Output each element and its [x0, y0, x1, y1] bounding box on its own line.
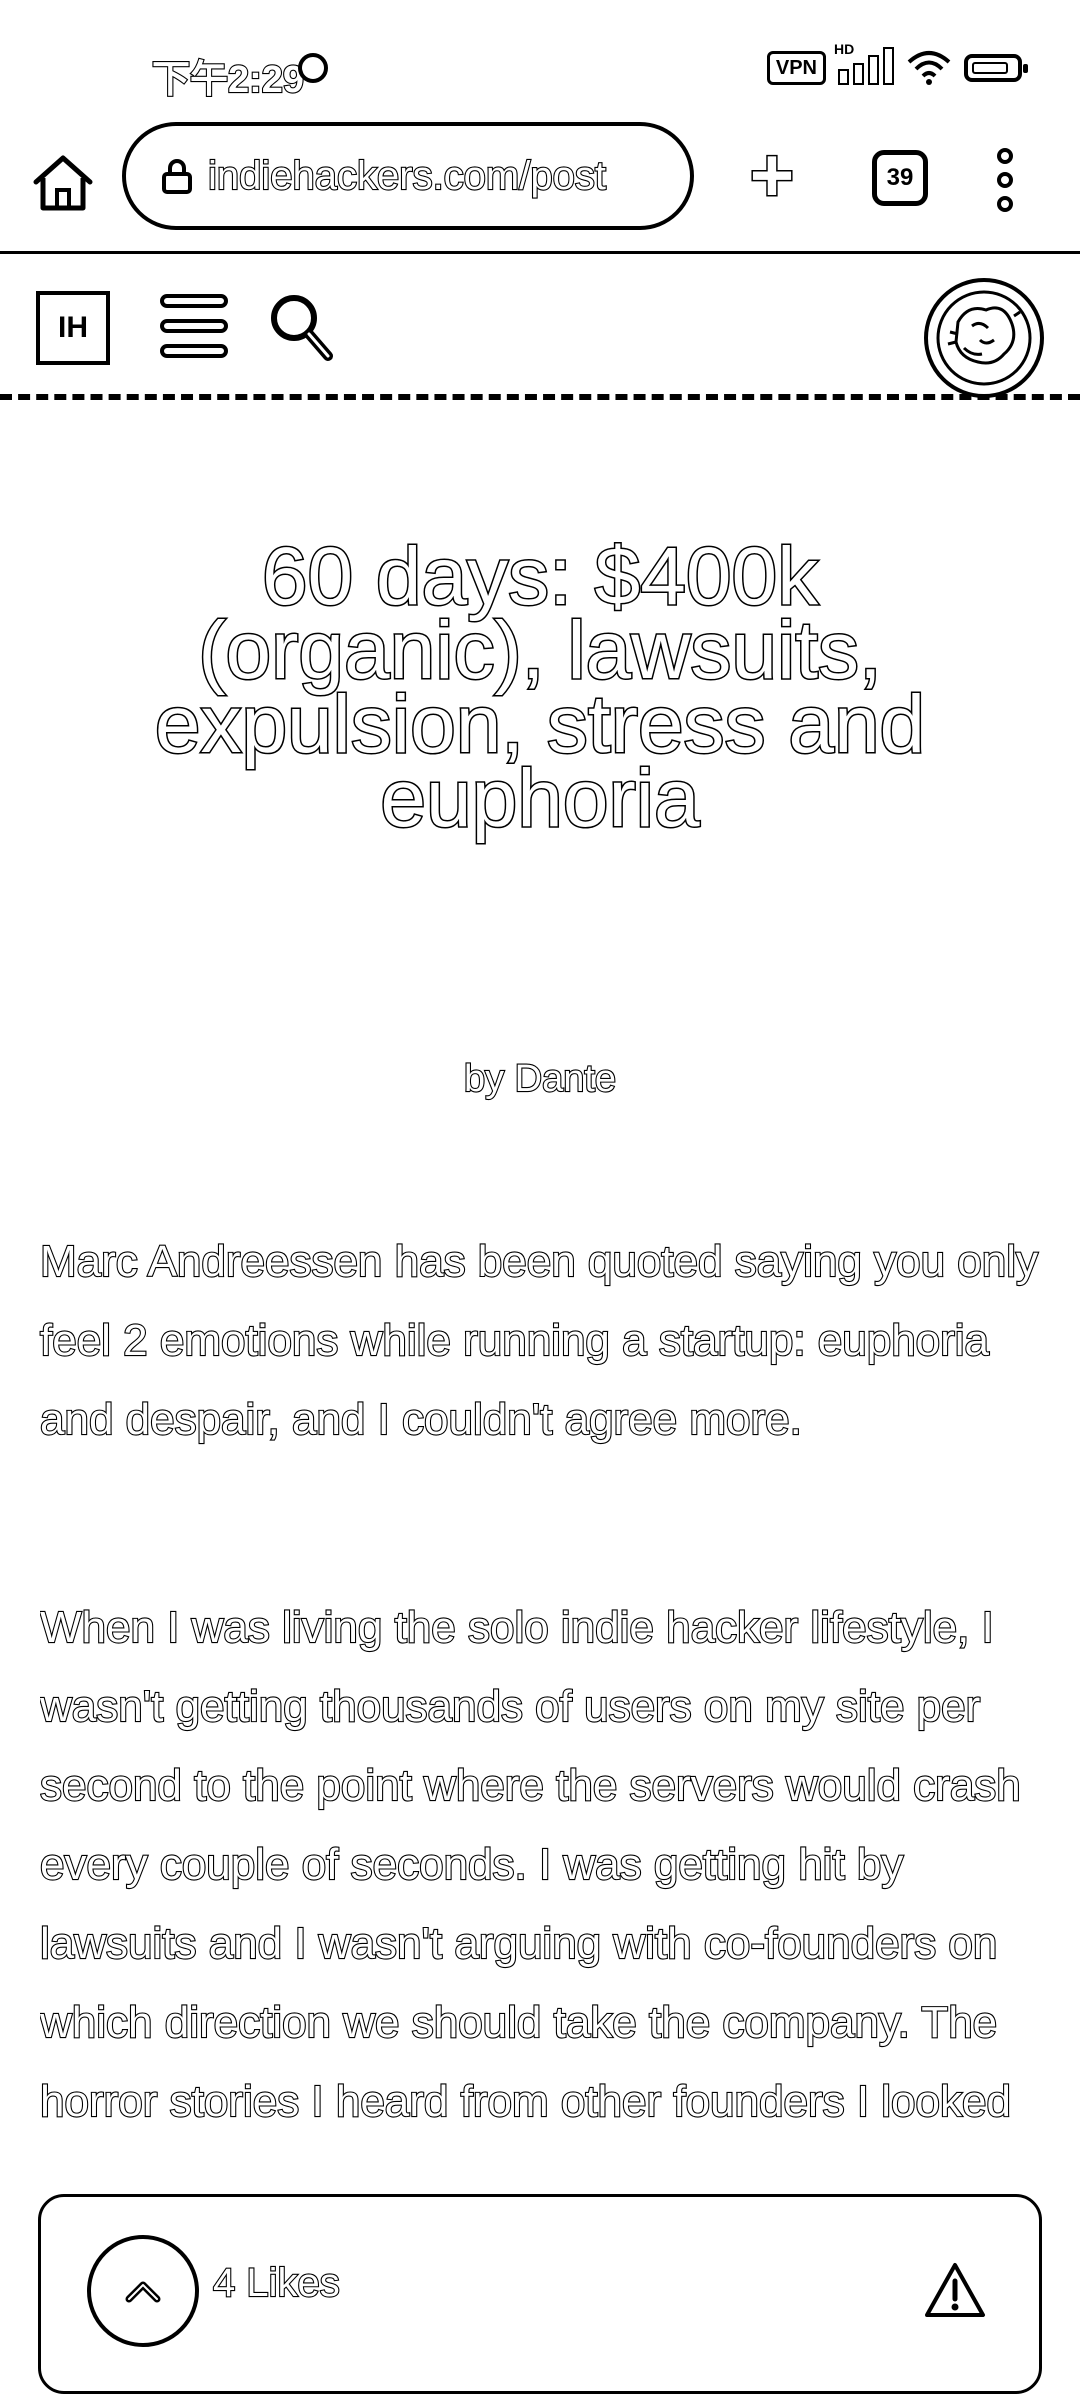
like-bar: 4 Likes [38, 2194, 1042, 2394]
article-paragraph: When I was living the solo indie hacker … [40, 1602, 1022, 2127]
new-tab-button[interactable]: + [742, 136, 802, 215]
menu-icon[interactable] [160, 294, 228, 358]
status-time: 下午2:29 [151, 58, 305, 102]
status-icons: VPN HD [766, 41, 1028, 86]
tab-switcher-button[interactable]: 39 [872, 150, 928, 206]
home-icon[interactable] [30, 150, 96, 216]
ih-logo[interactable]: IH [36, 291, 110, 365]
sync-icon [298, 53, 328, 83]
browser-toolbar: indiehackers.com/post + 39 [0, 120, 1080, 254]
signal-icon: HD [834, 41, 894, 85]
likes-count: 4 Likes [212, 2260, 341, 2306]
address-bar[interactable]: indiehackers.com/post [122, 122, 694, 230]
article-paragraph: Marc Andreessen has been quoted saying y… [39, 1236, 1039, 1445]
hd-label: HD [834, 41, 855, 57]
search-icon[interactable] [266, 288, 334, 364]
site-header: IH [0, 254, 1080, 400]
upvote-icon [125, 2281, 161, 2303]
lock-icon [162, 159, 192, 194]
more-menu-button[interactable] [988, 148, 1022, 212]
article-byline[interactable]: by Dante [0, 1057, 1080, 1101]
battery-icon [964, 54, 1028, 82]
upvote-button[interactable] [87, 2235, 199, 2347]
avatar[interactable] [924, 278, 1044, 398]
article-title: 60 days: $400k (organic), lawsuits, expu… [153, 531, 926, 844]
url-text: indiehackers.com/post [207, 152, 607, 198]
warning-icon[interactable] [923, 2261, 987, 2319]
vpn-icon: VPN [766, 51, 826, 85]
wifi-icon [907, 51, 951, 85]
status-bar: 下午2:29 VPN HD [0, 0, 1080, 120]
